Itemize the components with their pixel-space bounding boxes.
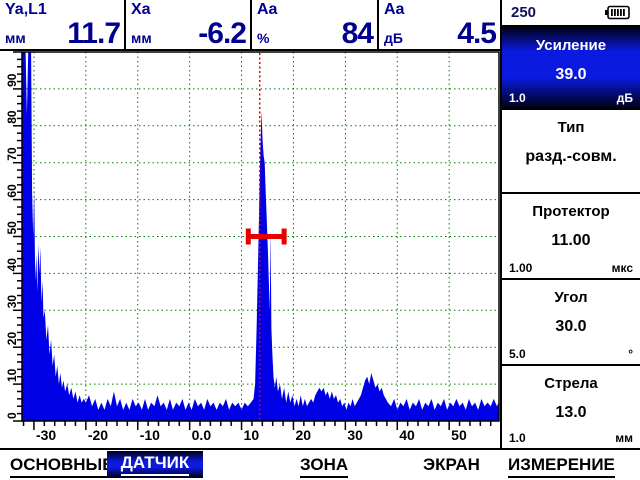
gate-end-left xyxy=(246,229,251,245)
param-title: Протектор xyxy=(502,194,640,220)
readout-xa[interactable]: Xa мм -6.2 xyxy=(124,0,250,49)
param-value: 30.0 xyxy=(502,306,640,336)
y-tick-label: 70 xyxy=(5,147,19,161)
x-tick-label: 50 xyxy=(451,427,467,443)
x-tick-label: 10 xyxy=(244,427,260,443)
param-unit: дБ xyxy=(617,91,633,105)
param-value: 39.0 xyxy=(502,54,640,84)
readout-bar: Ya,L1 мм 11.7 Xa мм -6.2 Aa % 84 Aa дБ xyxy=(0,0,500,51)
y-tick-label: 0 xyxy=(5,412,19,419)
menu-bar: ОСНОВНЫЕ ДАТЧИК ЗОНА ЭКРАН ИЗМЕРЕНИЕ xyxy=(0,448,640,480)
menu-tab-label: ДАТЧИК xyxy=(121,453,189,476)
readout-unit: % xyxy=(257,30,269,46)
readout-value: -6.2 xyxy=(198,19,246,49)
x-tick-label: 20 xyxy=(295,427,311,443)
param-step: 1.00 xyxy=(509,261,532,275)
readout-unit: мм xyxy=(131,30,152,46)
status-strip: 250 xyxy=(502,0,640,27)
x-tick-label: 0.0 xyxy=(192,427,212,443)
battery-icon xyxy=(604,5,631,20)
y-tick-label: 50 xyxy=(5,221,19,235)
param-unit: ° xyxy=(628,347,633,361)
menu-tab-izmerenie[interactable]: ИЗМЕРЕНИЕ xyxy=(508,455,615,478)
param-title: Усиление xyxy=(502,27,640,54)
param-type[interactable]: Тип разд.-совм. xyxy=(502,108,640,192)
parameter-panel: 250 Усиление 39.0 1.0 дБ Тип разд.-совм. xyxy=(500,0,640,448)
y-tick-label: 90 xyxy=(5,73,19,87)
readout-value: 84 xyxy=(342,19,373,49)
menu-tab-ekran[interactable]: ЭКРАН xyxy=(423,455,480,475)
readout-unit: дБ xyxy=(384,30,403,46)
readout-ya[interactable]: Ya,L1 мм 11.7 xyxy=(0,0,124,49)
ascan-chart: -30 -20 -10 0.0 10 20 30 40 50 0 10 20 30 40 50 60 70 80 9… xyxy=(0,0,500,448)
readout-value: 4.5 xyxy=(457,19,496,49)
y-tick-label: 10 xyxy=(5,368,19,382)
readout-aa-db[interactable]: Aa дБ 4.5 xyxy=(377,0,500,49)
y-tick-label: 30 xyxy=(5,295,19,309)
x-tick-label: 30 xyxy=(347,427,363,443)
param-value: 11.00 xyxy=(502,220,640,250)
y-tick-label: 40 xyxy=(5,258,19,272)
x-tick-label: -20 xyxy=(88,427,108,443)
param-title: Стрела xyxy=(502,366,640,392)
menu-tab-datchik[interactable]: ДАТЧИК xyxy=(107,451,203,478)
param-title: Тип xyxy=(502,110,640,136)
readout-unit: мм xyxy=(5,30,26,46)
y-tick-label: 60 xyxy=(5,184,19,198)
param-angle[interactable]: Угол 30.0 5.0 ° xyxy=(502,278,640,364)
flaw-detector-screen: -30 -20 -10 0.0 10 20 30 40 50 0 10 20 30 40 50 60 70 80 9… xyxy=(0,0,640,480)
param-value: 13.0 xyxy=(502,392,640,422)
param-gain[interactable]: Усиление 39.0 1.0 дБ xyxy=(502,27,640,108)
param-value: разд.-совм. xyxy=(502,136,640,166)
param-arrow[interactable]: Стрела 13.0 1.0 мм xyxy=(502,364,640,448)
param-title: Угол xyxy=(502,280,640,306)
readout-value: 11.7 xyxy=(67,19,120,49)
y-tick-label: 80 xyxy=(5,110,19,124)
y-tick-label: 20 xyxy=(5,332,19,346)
gate-end-right xyxy=(282,229,287,245)
param-step: 1.0 xyxy=(509,91,526,105)
param-step: 5.0 xyxy=(509,347,526,361)
x-tick-label: 40 xyxy=(399,427,415,443)
menu-tab-zona[interactable]: ЗОНА xyxy=(300,455,348,478)
readout-aa-percent[interactable]: Aa % 84 xyxy=(250,0,377,49)
gate-marker[interactable] xyxy=(248,234,285,239)
x-tick-label: -10 xyxy=(140,427,160,443)
range-value: 250 xyxy=(511,4,536,21)
x-tick-label: -30 xyxy=(36,427,56,443)
param-unit: мм xyxy=(615,431,633,445)
param-protector[interactable]: Протектор 11.00 1.00 мкс xyxy=(502,192,640,278)
param-unit: мкс xyxy=(612,261,633,275)
menu-tab-osnovnye[interactable]: ОСНОВНЫЕ xyxy=(10,455,114,478)
param-step: 1.0 xyxy=(509,431,526,445)
